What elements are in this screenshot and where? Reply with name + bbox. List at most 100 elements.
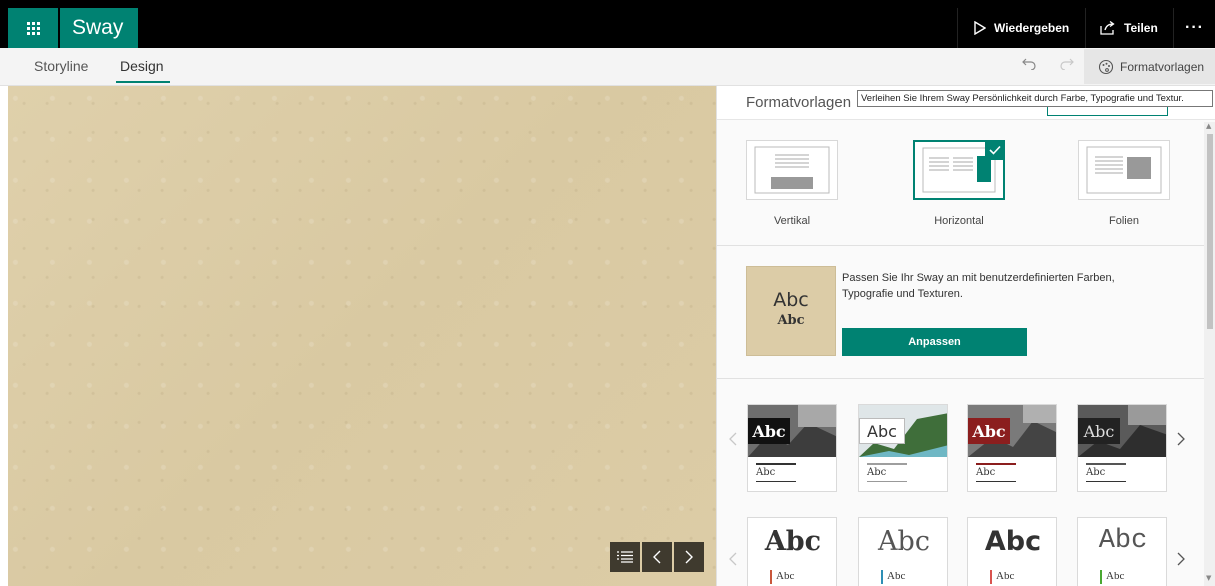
style-body-sample: Abc <box>976 467 996 478</box>
next-fonts-button[interactable] <box>1177 550 1185 571</box>
undo-button[interactable] <box>1022 58 1036 73</box>
chevron-left-icon <box>729 432 737 446</box>
font-body-sample: Abc <box>776 570 795 582</box>
previous-fonts-button[interactable] <box>729 550 737 571</box>
style-card[interactable]: Abc Abc <box>967 404 1057 492</box>
font-accent-bar <box>770 570 772 584</box>
style-heading-sample: Abc <box>859 418 905 444</box>
font-heading-sample: Abc <box>764 526 822 557</box>
font-card[interactable]: Abc Abc <box>858 517 948 586</box>
slides-layout-icon <box>1086 146 1162 194</box>
thumbnail-heading-sample: Abc <box>773 289 809 311</box>
tab-storyline[interactable]: Storyline <box>34 58 88 74</box>
undo-icon <box>1022 58 1036 71</box>
scrollbar-thumb[interactable] <box>1207 134 1213 329</box>
list-icon <box>617 551 633 563</box>
style-card[interactable]: Abc Abc <box>1077 404 1167 492</box>
checkmark-icon <box>989 145 1001 155</box>
play-label: Wiedergeben <box>994 21 1070 35</box>
layout-horizontal-thumbnail <box>913 140 1005 200</box>
layout-slides-thumbnail <box>1078 140 1170 200</box>
scroll-down-arrow-icon[interactable]: ▼ <box>1206 574 1211 582</box>
app-name[interactable]: Sway <box>60 8 138 48</box>
next-styles-button[interactable] <box>1177 430 1185 451</box>
layout-vertical[interactable]: Vertikal <box>746 140 838 227</box>
layout-vertical-thumbnail <box>746 140 838 200</box>
customize-section: Abc Abc Passen Sie Ihr Sway an mit benut… <box>717 246 1215 379</box>
more-options-button[interactable]: ··· <box>1173 8 1215 48</box>
styles-tooltip: Verleihen Sie Ihrem Sway Persönlichkeit … <box>857 90 1213 107</box>
style-heading-sample: Abc <box>968 418 1010 444</box>
waffle-icon <box>26 21 40 35</box>
layout-horizontal[interactable]: Horizontal <box>913 140 1005 227</box>
font-body-sample: Abc <box>996 570 1015 582</box>
style-body-sample: Abc <box>867 467 887 478</box>
tab-design[interactable]: Design <box>120 58 164 74</box>
vertical-layout-icon <box>754 146 830 194</box>
font-body-sample: Abc <box>1106 570 1125 582</box>
pane-scrollbar[interactable]: ▲ ▼ <box>1204 122 1215 586</box>
play-button[interactable]: Wiedergeben <box>957 8 1085 48</box>
top-bar: Sway Wiedergeben Teilen ··· <box>0 0 1215 48</box>
share-button[interactable]: Teilen <box>1085 8 1173 48</box>
style-heading-sample: Abc <box>1078 418 1120 444</box>
styles-button[interactable]: Formatvorlagen <box>1084 49 1215 84</box>
chevron-right-icon <box>1177 432 1185 446</box>
font-accent-bar <box>990 570 992 584</box>
chevron-right-icon <box>685 550 693 564</box>
navigation-menu-button[interactable] <box>610 542 640 572</box>
selected-check-badge <box>985 140 1005 160</box>
chevron-left-icon <box>653 550 661 564</box>
layout-options: Vertikal Horizontal Folien <box>717 120 1215 246</box>
sway-canvas[interactable] <box>8 86 716 586</box>
previous-button[interactable] <box>642 542 672 572</box>
style-body-sample: Abc <box>756 467 776 478</box>
layout-slides-label: Folien <box>1109 215 1139 227</box>
style-underline <box>867 481 907 482</box>
customize-description: Passen Sie Ihr Sway an mit benutzerdefin… <box>842 272 1115 300</box>
font-heading-sample: Abc <box>1098 526 1148 556</box>
custom-style-thumbnail[interactable]: Abc Abc <box>746 266 836 356</box>
style-underline <box>976 481 1016 482</box>
font-body-sample: Abc <box>887 570 906 582</box>
layout-vertical-label: Vertikal <box>773 215 811 227</box>
app-launcher-button[interactable] <box>8 8 58 48</box>
next-button[interactable] <box>674 542 704 572</box>
style-underline <box>756 481 796 482</box>
font-heading-sample: Abc <box>878 526 930 557</box>
style-card[interactable]: Abc Abc <box>858 404 948 492</box>
font-accent-bar <box>881 570 883 584</box>
share-icon <box>1100 21 1115 35</box>
style-accent-line <box>756 463 796 465</box>
chevron-left-icon <box>729 552 737 566</box>
style-heading-sample: Abc <box>748 418 790 444</box>
styles-label: Formatvorlagen <box>1120 59 1205 74</box>
more-icon: ··· <box>1185 19 1204 36</box>
play-icon <box>974 21 986 35</box>
tab-bar: Storyline Design Formatvorlagen <box>0 48 1215 86</box>
thumbnail-body-sample: Abc <box>777 313 805 328</box>
palette-icon <box>1098 59 1114 74</box>
font-card[interactable]: Abc Abc <box>967 517 1057 586</box>
layout-slides[interactable]: Folien <box>1078 140 1170 227</box>
active-tab-indicator <box>116 81 170 83</box>
font-variations-row: Abc Abc Abc Abc Abc Abc Abc Abc <box>717 514 1215 586</box>
styles-pane: Formatvorlagen Vertikal Horizontal Folie… <box>716 86 1215 586</box>
chevron-right-icon <box>1177 552 1185 566</box>
style-card[interactable]: Abc Abc <box>747 404 837 492</box>
navigation-controls <box>610 542 704 572</box>
style-variations-row: Abc Abc Abc Abc Abc Abc Abc Abc <box>717 398 1215 494</box>
redo-button[interactable] <box>1060 58 1074 73</box>
layout-horizontal-label: Horizontal <box>934 215 984 227</box>
share-label: Teilen <box>1124 21 1158 35</box>
font-card[interactable]: Abc Abc <box>1077 517 1167 586</box>
top-actions: Wiedergeben Teilen ··· <box>957 8 1215 48</box>
style-body-sample: Abc <box>1086 467 1106 478</box>
font-heading-sample: Abc <box>984 526 1042 557</box>
font-card[interactable]: Abc Abc <box>747 517 837 586</box>
previous-styles-button[interactable] <box>729 430 737 451</box>
redo-icon <box>1060 58 1074 71</box>
scroll-up-arrow-icon[interactable]: ▲ <box>1206 122 1211 130</box>
customize-button[interactable]: Anpassen <box>842 328 1027 356</box>
style-accent-line <box>867 463 907 465</box>
